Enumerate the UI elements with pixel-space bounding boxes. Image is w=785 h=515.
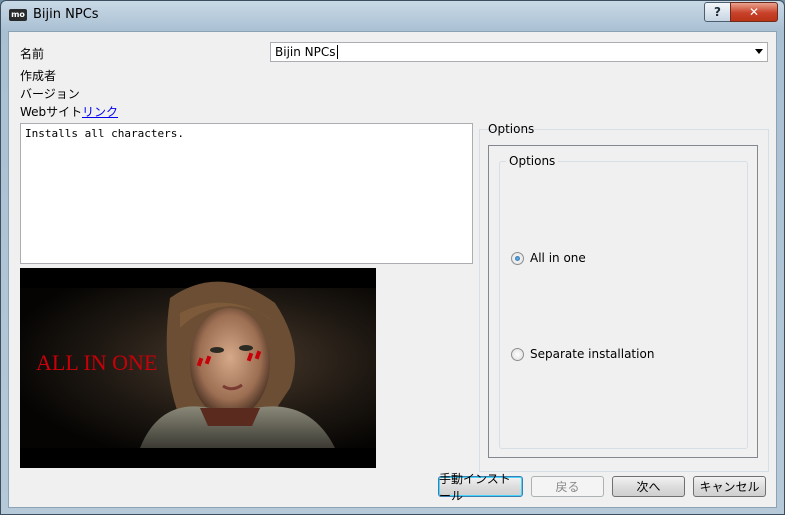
options-group: Options All in one Separate installation — [499, 154, 748, 449]
author-label: 作成者 — [20, 69, 57, 83]
option-label: All in one — [530, 251, 586, 265]
description-textbox[interactable]: Installs all characters. — [20, 123, 473, 264]
name-combobox[interactable]: Bijin NPCs — [270, 42, 768, 62]
website-label: Webサイト — [20, 105, 83, 119]
preview-overlay-text: ALL IN ONE — [36, 350, 157, 375]
preview-image[interactable]: ALL IN ONE — [20, 268, 376, 468]
window-title: Bijin NPCs — [33, 7, 99, 22]
name-value: Bijin NPCs — [275, 45, 336, 59]
options-panel-label: Options — [488, 122, 535, 136]
installer-window: mo Bijin NPCs ? ✕ 名前 Bijin NPCs 作成者 バージョ… — [0, 0, 785, 515]
back-button[interactable]: 戻る — [531, 476, 604, 497]
help-button[interactable]: ? — [704, 2, 731, 22]
close-button[interactable]: ✕ — [730, 2, 778, 22]
chevron-down-icon[interactable] — [755, 49, 763, 54]
radio-selected-icon[interactable] — [511, 251, 524, 265]
radio-unselected-icon[interactable] — [511, 347, 524, 361]
mod-organizer-icon: mo — [9, 9, 27, 21]
preview-artwork: ALL IN ONE — [20, 268, 376, 468]
next-button[interactable]: 次へ — [612, 476, 685, 497]
version-label: バージョン — [20, 87, 80, 101]
option-separate-installation[interactable]: Separate installation — [511, 347, 654, 361]
option-label: Separate installation — [530, 347, 655, 361]
manual-install-button[interactable]: 手動インストール — [438, 472, 523, 503]
options-group-label: Options — [506, 154, 559, 168]
option-all-in-one[interactable]: All in one — [511, 251, 586, 265]
name-label: 名前 — [20, 47, 45, 61]
dialog-body: 名前 Bijin NPCs 作成者 バージョン Webサイト リンク Insta… — [8, 31, 777, 508]
website-link[interactable]: リンク — [82, 103, 118, 120]
cancel-button[interactable]: キャンセル — [693, 476, 766, 497]
options-scroll-area[interactable]: Options All in one Separate installation — [488, 145, 758, 458]
title-bar[interactable]: mo Bijin NPCs ? ✕ — [1, 1, 784, 31]
